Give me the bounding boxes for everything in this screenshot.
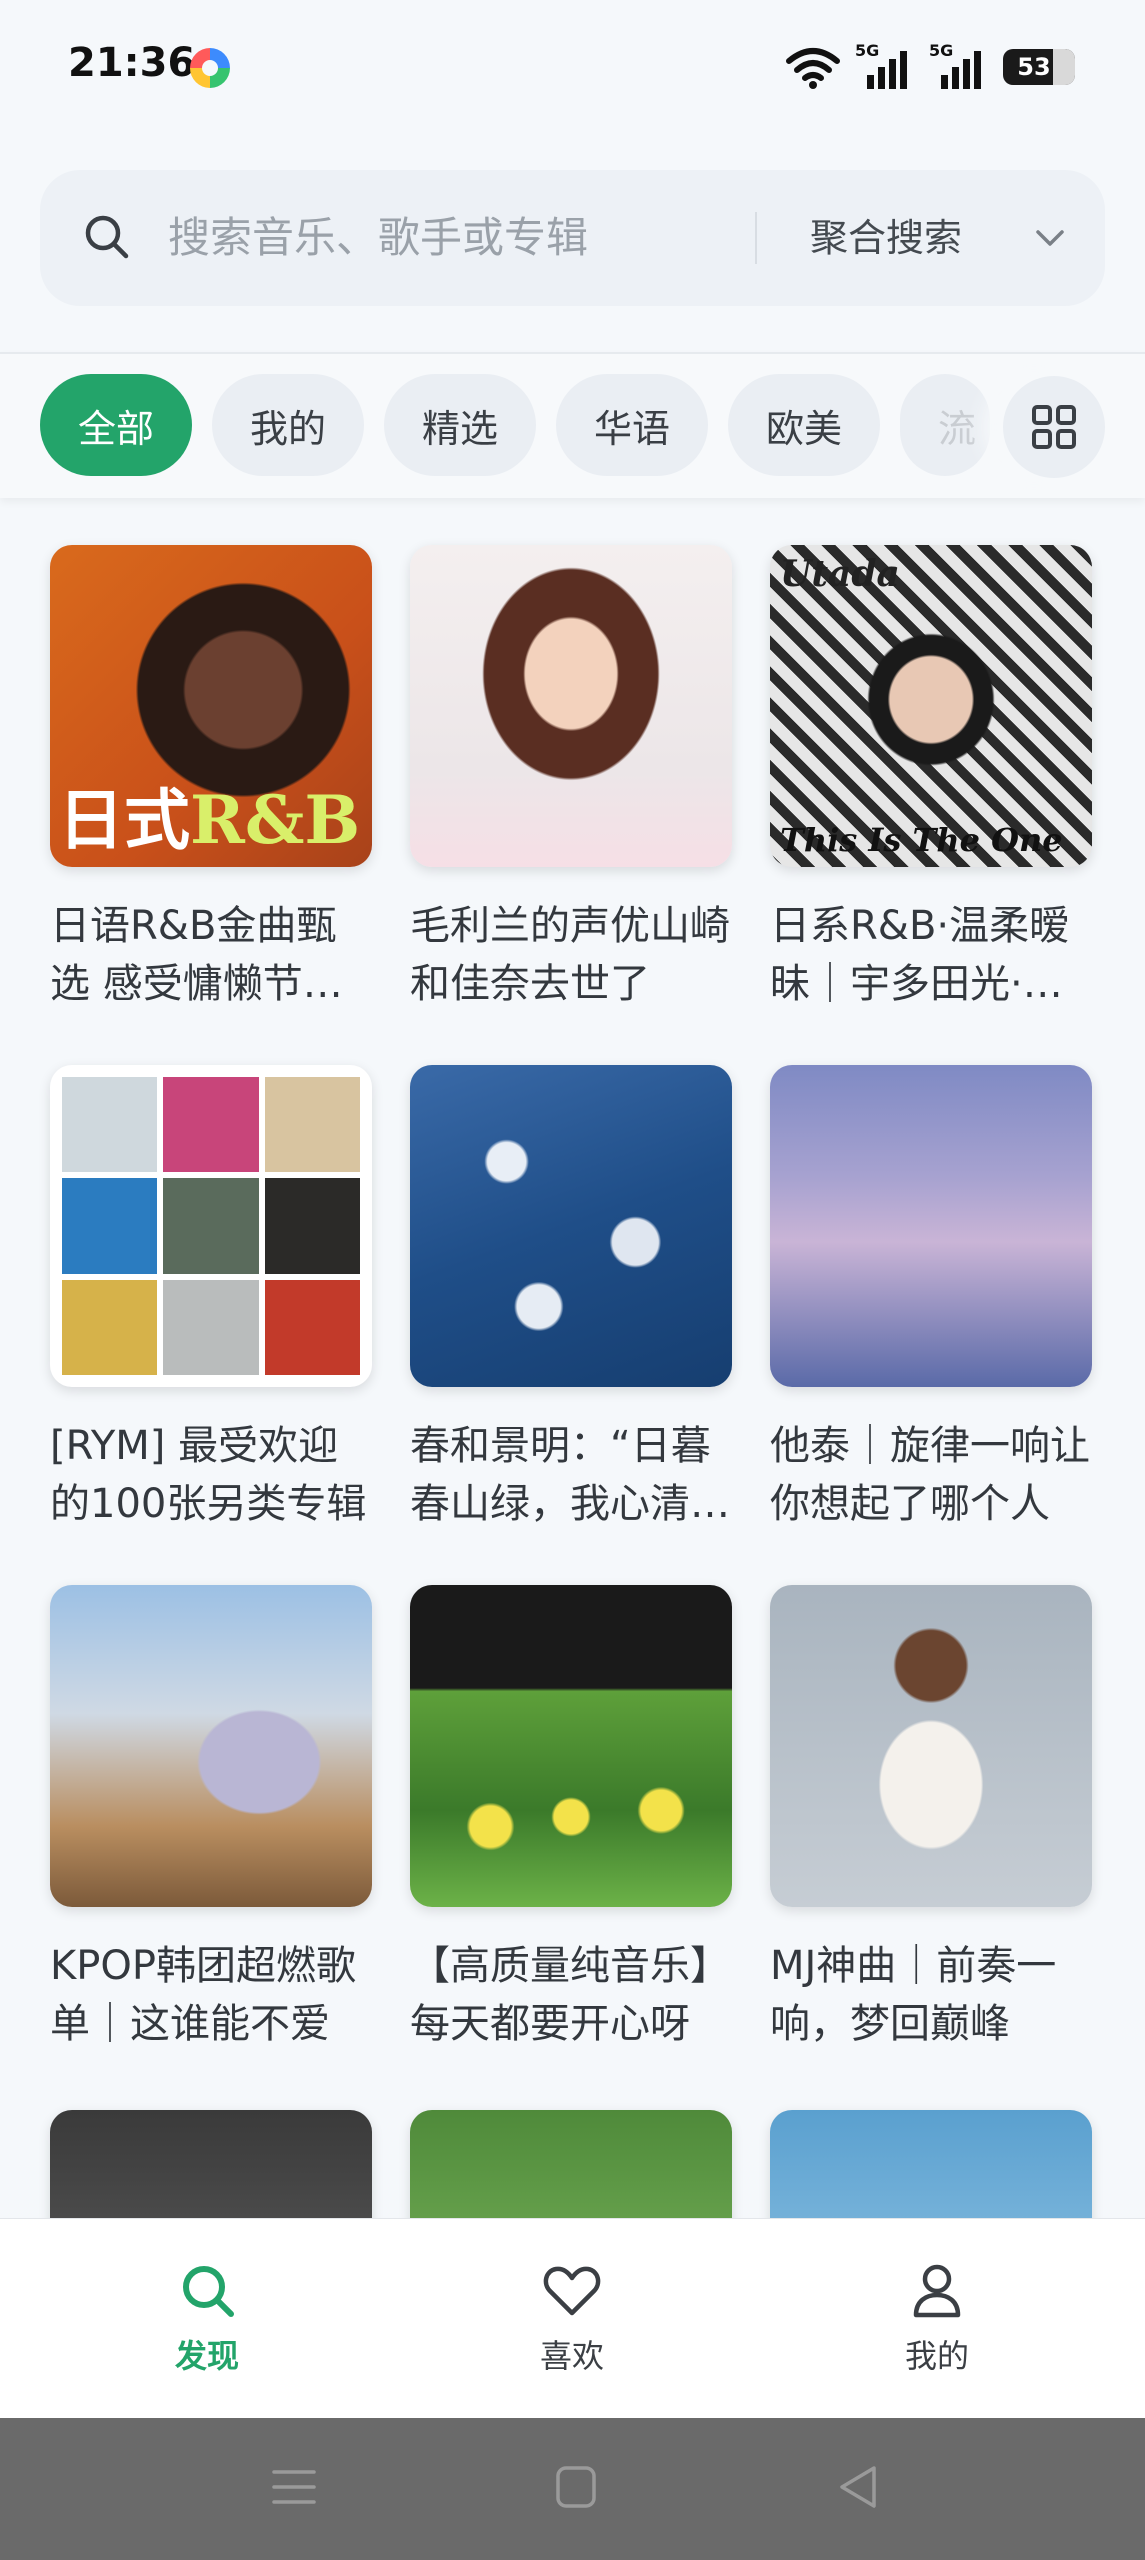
wifi-icon [786, 48, 840, 89]
playlist-title[interactable]: 他泰｜旋律一响让你想起了哪个人 [770, 1417, 1095, 1533]
tab-all[interactable]: 全部 [40, 374, 192, 476]
tab-mine[interactable]: 我的 [212, 374, 364, 476]
playlist-cover-image[interactable] [50, 1065, 372, 1387]
nav-label: 喜欢 [539, 2337, 604, 2375]
cover-text: Utada [780, 553, 900, 595]
battery-level: 53 [1017, 53, 1051, 81]
nav-label: 发现 [174, 2337, 239, 2375]
status-indicators: 5G 5G 53 [785, 41, 1075, 92]
playlist-card[interactable]: 春和景明：“日暮春山绿，我心清且微” [410, 1065, 735, 1533]
playlist-title[interactable]: 【高质量纯音乐】每天都要开心呀 [410, 1937, 735, 2053]
nav-discover[interactable]: 发现 [107, 2259, 307, 2377]
playlist-card[interactable]: KPOP韩团超燃歌单｜这谁能不爱 [50, 1585, 375, 2053]
heart-icon [543, 2266, 601, 2316]
cover-text: 日式R&B [58, 781, 361, 859]
playlist-card[interactable]: 毛利兰的声优山崎和佳奈去世了 [410, 545, 735, 1013]
home-icon[interactable] [554, 2462, 598, 2512]
playlist-title[interactable]: 日系R&B·温柔暧昧｜宇多田光·精选 [770, 897, 1095, 1013]
battery-icon: 53 [1003, 49, 1075, 85]
playlist-card[interactable]: [RYM] 最受欢迎的100张另类专辑 [50, 1065, 375, 1533]
search-icon [85, 215, 129, 259]
playlist-card[interactable]: 【高质量纯音乐】每天都要开心呀 [410, 1585, 735, 2053]
category-tabs: 全部 我的 精选 华语 欧美 流 [0, 352, 1145, 498]
cell-signal-icon: 5G [855, 41, 915, 89]
playlist-title[interactable]: 毛利兰的声优山崎和佳奈去世了 [410, 897, 735, 1013]
playlist-cover-image[interactable] [770, 1585, 1092, 1907]
playlist-card[interactable]: Utada This Is The One 日系R&B·温柔暧昧｜宇多田光·精选 [770, 545, 1095, 1013]
tab-western[interactable]: 欧美 [728, 374, 880, 476]
playlist-cover-image[interactable] [410, 545, 732, 867]
playlist-cover-image[interactable] [410, 1585, 732, 1907]
playlist-cover-image[interactable] [50, 1585, 372, 1907]
app-screen: 21:36 5G 5G 53 搜索音乐、歌手或专辑 聚合搜索 全部 我的 精选 … [0, 0, 1145, 2560]
grid-icon [1032, 405, 1076, 449]
tab-featured[interactable]: 精选 [384, 374, 536, 476]
playlist-card[interactable]: MJ神曲｜前奏一响，梦回巅峰 [770, 1585, 1095, 2053]
tab-pop[interactable]: 流 [900, 374, 990, 476]
search-mode-select[interactable]: 聚合搜索 [810, 212, 962, 264]
playlist-cover-image[interactable] [410, 1065, 732, 1387]
cover-text: This Is The One [780, 821, 1063, 859]
system-nav-bar [0, 2418, 1145, 2560]
playlist-title[interactable]: KPOP韩团超燃歌单｜这谁能不爱 [50, 1937, 375, 2053]
category-grid-button[interactable] [1003, 376, 1105, 478]
nav-label: 我的 [904, 2337, 969, 2375]
search-divider [755, 212, 757, 264]
user-icon [913, 2264, 961, 2318]
search-bar[interactable]: 搜索音乐、歌手或专辑 聚合搜索 [40, 170, 1105, 306]
nav-favorites[interactable]: 喜欢 [472, 2259, 672, 2377]
playlist-title[interactable]: [RYM] 最受欢迎的100张另类专辑 [50, 1417, 375, 1533]
cell-signal-icon: 5G [929, 41, 989, 89]
playlist-title[interactable]: MJ神曲｜前奏一响，梦回巅峰 [770, 1937, 1095, 2053]
chevron-down-icon[interactable] [1032, 220, 1068, 256]
app-notification-icon [190, 48, 230, 88]
search-icon [183, 2266, 234, 2317]
tab-chinese[interactable]: 华语 [556, 374, 708, 476]
playlist-cover-image[interactable]: Utada This Is The One [770, 545, 1092, 867]
status-bar: 21:36 5G 5G 53 [0, 0, 1145, 140]
playlist-cover-image[interactable] [770, 1065, 1092, 1387]
status-time: 21:36 [68, 40, 196, 86]
playlist-title[interactable]: 日语R&B金曲甄选 感受慵懒节奏的魅力 [50, 897, 375, 1013]
playlist-title[interactable]: 春和景明：“日暮春山绿，我心清且微” [410, 1417, 735, 1533]
bottom-nav: 发现 喜欢 我的 [0, 2218, 1145, 2418]
category-chip-list: 全部 我的 精选 华语 欧美 流 [40, 374, 990, 476]
nav-mine[interactable]: 我的 [837, 2259, 1037, 2377]
playlist-cover-image[interactable]: 日式R&B [50, 545, 372, 867]
search-input[interactable]: 搜索音乐、歌手或专辑 [168, 212, 588, 264]
back-icon[interactable] [836, 2462, 880, 2512]
playlist-card[interactable]: 日式R&B 日语R&B金曲甄选 感受慵懒节奏的魅力 [50, 545, 375, 1013]
menu-icon[interactable] [272, 2462, 316, 2512]
playlist-card[interactable]: 他泰｜旋律一响让你想起了哪个人 [770, 1065, 1095, 1533]
